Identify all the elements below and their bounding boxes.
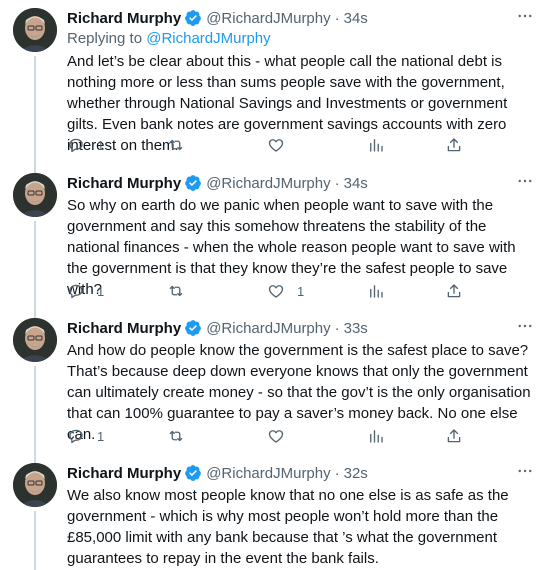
replying-to-handle[interactable]: @RichardJMurphy xyxy=(146,30,270,47)
tweet[interactable]: Richard Murphy @RichardJMurphy · 33s And… xyxy=(0,310,550,455)
reply-button[interactable]: 1 xyxy=(67,281,104,301)
separator-dot: · xyxy=(334,464,340,482)
more-icon[interactable] xyxy=(514,317,536,335)
avatar-image xyxy=(13,8,57,52)
tweet[interactable]: Richard Murphy @RichardJMurphy · 34s So … xyxy=(0,165,550,310)
tweet-actions: 1 1 xyxy=(67,281,467,301)
verified-badge-icon xyxy=(185,320,202,336)
share-button[interactable] xyxy=(445,426,463,446)
verified-badge-icon xyxy=(185,465,202,481)
retweet-button[interactable] xyxy=(167,426,197,446)
retweet-icon xyxy=(169,139,183,151)
retweet-button[interactable] xyxy=(167,281,197,301)
tweet-timestamp[interactable]: 33s xyxy=(344,320,368,337)
avatar[interactable] xyxy=(13,463,57,507)
analytics-button[interactable] xyxy=(367,281,385,301)
reply-count: 1 xyxy=(97,428,105,444)
analytics-button[interactable] xyxy=(367,135,385,155)
replying-to-label: Replying to xyxy=(67,30,143,47)
like-button[interactable]: 1 xyxy=(267,281,304,301)
reply-icon xyxy=(69,138,83,153)
thread-connector-line xyxy=(34,366,36,455)
tweet[interactable]: Richard Murphy @RichardJMurphy · 34s Rep… xyxy=(0,0,550,165)
thread-connector-line xyxy=(34,221,36,310)
more-icon[interactable] xyxy=(514,7,536,25)
tweet-header: Richard Murphy @RichardJMurphy · 32s xyxy=(67,463,368,483)
like-icon xyxy=(268,139,284,152)
separator-dot: · xyxy=(334,9,340,27)
avatar-image xyxy=(13,173,57,217)
separator-dot: · xyxy=(334,174,340,192)
thread-connector-line xyxy=(34,511,36,570)
verified-badge-icon xyxy=(185,175,202,191)
author-handle[interactable]: @RichardJMurphy xyxy=(206,320,330,337)
replying-to: Replying to @RichardJMurphy xyxy=(67,30,271,47)
tweet-thread: Richard Murphy @RichardJMurphy · 34s Rep… xyxy=(0,0,550,570)
separator-dot: · xyxy=(334,319,340,337)
author-handle[interactable]: @RichardJMurphy xyxy=(206,465,330,482)
more-icon[interactable] xyxy=(514,462,536,480)
reply-icon xyxy=(69,284,83,299)
tweet-header: Richard Murphy @RichardJMurphy · 34s xyxy=(67,173,368,193)
share-button[interactable] xyxy=(445,281,463,301)
avatar[interactable] xyxy=(13,173,57,217)
avatar[interactable] xyxy=(13,8,57,52)
analytics-icon xyxy=(370,430,383,443)
share-icon xyxy=(447,138,461,152)
share-button[interactable] xyxy=(445,135,463,155)
tweet-timestamp[interactable]: 34s xyxy=(344,175,368,192)
thread-connector-line xyxy=(34,310,36,318)
author-name[interactable]: Richard Murphy xyxy=(67,10,181,27)
author-handle[interactable]: @RichardJMurphy xyxy=(206,10,330,27)
reply-icon xyxy=(69,429,83,444)
analytics-icon xyxy=(370,139,383,152)
share-icon xyxy=(447,284,461,298)
like-icon xyxy=(268,430,284,443)
analytics-button[interactable] xyxy=(367,426,385,446)
retweet-icon xyxy=(169,285,183,297)
analytics-icon xyxy=(370,285,383,298)
tweet-timestamp[interactable]: 34s xyxy=(344,10,368,27)
tweet-header: Richard Murphy @RichardJMurphy · 34s xyxy=(67,8,368,28)
avatar-image xyxy=(13,463,57,507)
tweet[interactable]: Richard Murphy @RichardJMurphy · 32s We … xyxy=(0,455,550,570)
avatar-image xyxy=(13,318,57,362)
retweet-icon xyxy=(169,430,183,442)
thread-connector-line xyxy=(34,56,36,165)
share-icon xyxy=(447,429,461,443)
reply-count: 1 xyxy=(97,283,105,299)
author-name[interactable]: Richard Murphy xyxy=(67,175,181,192)
tweet-timestamp[interactable]: 32s xyxy=(344,465,368,482)
verified-badge-icon xyxy=(185,10,202,26)
reply-button[interactable]: 1 xyxy=(67,135,104,155)
like-icon xyxy=(268,285,284,298)
reply-count: 1 xyxy=(97,137,105,153)
more-icon[interactable] xyxy=(514,172,536,190)
retweet-button[interactable] xyxy=(167,135,197,155)
tweet-actions: 1 xyxy=(67,426,467,446)
tweet-actions: 1 xyxy=(67,135,467,155)
author-handle[interactable]: @RichardJMurphy xyxy=(206,175,330,192)
thread-connector-line xyxy=(34,165,36,173)
thread-connector-line xyxy=(34,455,36,463)
like-count: 1 xyxy=(297,283,305,299)
tweet-text: We also know most people know that no on… xyxy=(67,487,509,567)
author-name[interactable]: Richard Murphy xyxy=(67,465,181,482)
like-button[interactable] xyxy=(267,135,297,155)
avatar[interactable] xyxy=(13,318,57,362)
author-name[interactable]: Richard Murphy xyxy=(67,320,181,337)
like-button[interactable] xyxy=(267,426,297,446)
tweet-header: Richard Murphy @RichardJMurphy · 33s xyxy=(67,318,368,338)
reply-button[interactable]: 1 xyxy=(67,426,104,446)
